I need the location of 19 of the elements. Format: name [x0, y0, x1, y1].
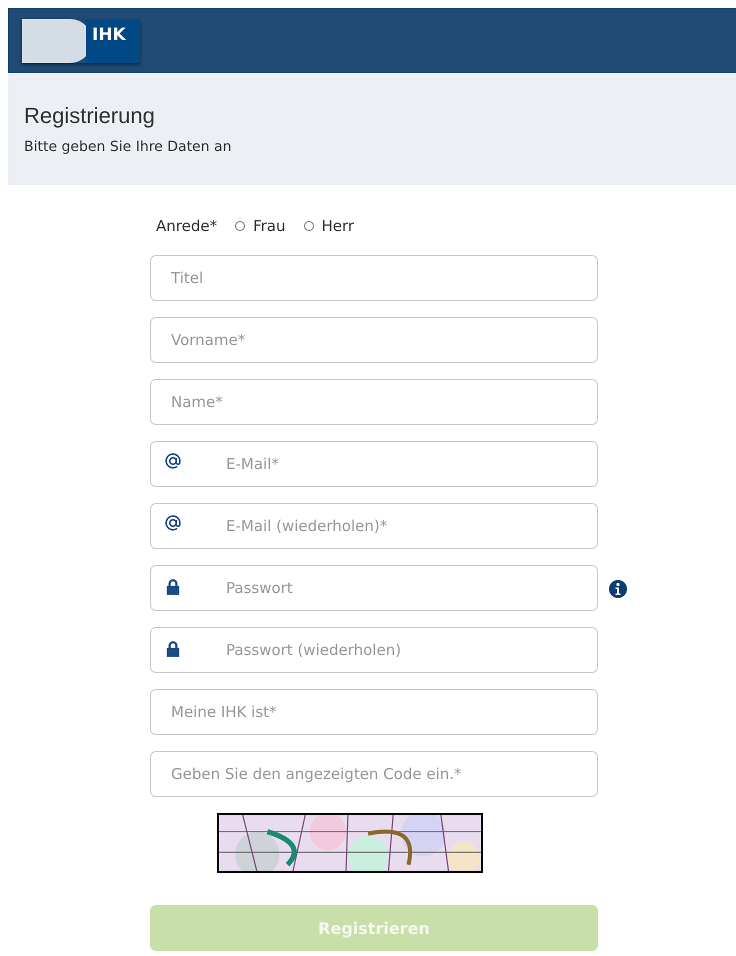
- info-icon[interactable]: [608, 579, 628, 599]
- at-sign-icon: [164, 514, 182, 532]
- password-field[interactable]: Passwort: [150, 565, 598, 611]
- input-field[interactable]: Vorname*: [150, 317, 598, 363]
- page-subtitle: Bitte geben Sie Ihre Daten an: [24, 139, 232, 155]
- password-field[interactable]: Passwort (wiederholen): [150, 627, 598, 673]
- input-field[interactable]: Geben Sie den angezeigten Code ein.*: [150, 751, 598, 797]
- salutation-label: Anrede*: [156, 217, 218, 235]
- radio-option[interactable]: Frau: [235, 217, 286, 235]
- email-field[interactable]: E-Mail (wiederholen)*: [150, 503, 598, 549]
- input-field[interactable]: Titel: [150, 255, 598, 301]
- email-field[interactable]: E-Mail*: [150, 441, 598, 487]
- at-sign-icon: [164, 452, 182, 470]
- input-field[interactable]: Name*: [150, 379, 598, 425]
- page-title: Registrierung: [24, 103, 156, 129]
- input-field[interactable]: Meine IHK ist*: [150, 689, 598, 735]
- radio-option[interactable]: Herr: [304, 217, 354, 235]
- lock-icon: [164, 578, 182, 596]
- lock-icon: [164, 640, 182, 658]
